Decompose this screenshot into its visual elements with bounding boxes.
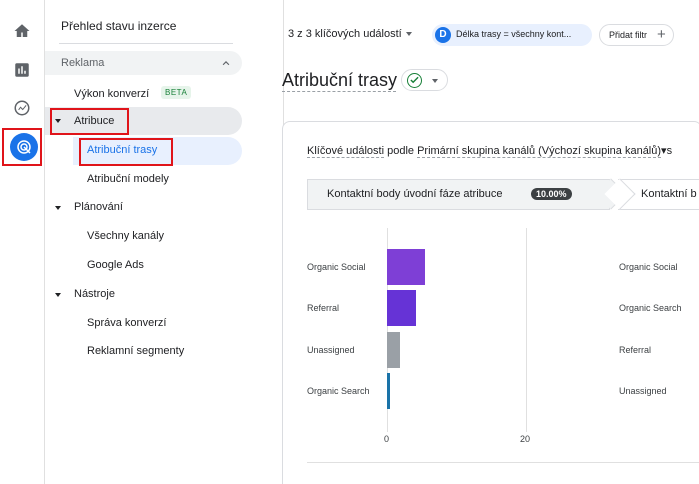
- explore-icon[interactable]: [10, 96, 34, 120]
- category-label: Organic Search: [307, 386, 370, 396]
- advertising-icon-highlight: [2, 128, 42, 166]
- x-tick-label: 20: [520, 434, 531, 444]
- status-dropdown[interactable]: [401, 69, 448, 91]
- category-label: Unassigned: [307, 345, 355, 355]
- subtitle-connector: podle: [384, 145, 418, 157]
- key-events-select[interactable]: 3 z 3 klíčových událostí: [288, 28, 412, 40]
- caret-down-icon: [55, 206, 61, 210]
- main-content: 3 z 3 klíčových událostí D Délka trasy =…: [282, 0, 699, 484]
- secondary-nav: Přehled stavu inzerce Reklama Výkon konv…: [45, 0, 284, 484]
- page-title: Atribuční trasy: [282, 70, 398, 90]
- chart-bar[interactable]: [387, 373, 391, 409]
- category-label: Referral: [307, 303, 340, 313]
- category-label: Organic Social: [307, 262, 366, 272]
- x-axis-gridline: [526, 228, 527, 432]
- path-length-filter-chip[interactable]: D Délka trasy = všechny kont...: [432, 24, 592, 46]
- dimension-selector[interactable]: Primární skupina kanálů (Výchozí skupina…: [417, 145, 662, 158]
- card-divider: [307, 462, 699, 463]
- dimension-dropdown-caret[interactable]: ▾s: [661, 145, 672, 157]
- highlight-box-atribucni-trasy: [79, 138, 173, 166]
- filter-chip-text: Délka trasy = všechny kont...: [456, 29, 572, 39]
- attribution-card: Klíčové události podle Primární skupina …: [282, 121, 699, 484]
- nav-item-sprava-konverzi[interactable]: Správa konverzí: [87, 317, 166, 329]
- nav-divider: [59, 43, 233, 44]
- mid-touchpoints-label: Kontaktní b: [641, 188, 697, 200]
- title-underline: [282, 91, 396, 92]
- nav-item-reklamni-segmenty[interactable]: Reklamní segmenty: [87, 345, 184, 357]
- add-filter-button[interactable]: Přidat filtr +: [599, 24, 674, 46]
- chart-bar[interactable]: [387, 332, 400, 368]
- plus-icon: +: [657, 26, 666, 43]
- nav-group-planovani[interactable]: Plánování: [74, 201, 123, 213]
- nav-item-atribucni-modely[interactable]: Atribuční modely: [87, 173, 169, 185]
- nav-item-google-ads[interactable]: Google Ads: [87, 259, 144, 271]
- caret-down-icon: [55, 293, 61, 297]
- nav-group-nastroje[interactable]: Nástroje: [74, 288, 115, 300]
- key-events-select-label: 3 z 3 klíčových událostí: [288, 28, 402, 40]
- category-label: Organic Search: [619, 303, 682, 313]
- nav-overview-link[interactable]: Přehled stavu inzerce: [61, 19, 176, 33]
- category-label: Organic Social: [619, 262, 678, 272]
- nav-section-reklama[interactable]: Reklama: [45, 51, 242, 75]
- x-tick-label: 0: [384, 434, 390, 444]
- chart-bar[interactable]: [387, 290, 417, 326]
- early-touchpoints-percent: 10.00%: [531, 188, 572, 200]
- nav-section-label: Reklama: [61, 57, 105, 69]
- chart-bar[interactable]: [387, 249, 426, 285]
- check-circle-icon: [407, 73, 422, 88]
- nav-item-vsechny-kanaly[interactable]: Všechny kanály: [87, 230, 164, 242]
- caret-down-icon: [405, 32, 412, 37]
- early-touchpoints-label: Kontaktní body úvodní fáze atribuce: [327, 188, 503, 200]
- filter-bar: 3 z 3 klíčových událostí D Délka trasy =…: [284, 18, 699, 52]
- add-filter-label: Přidat filtr: [609, 30, 648, 40]
- highlight-box-atribuce: [50, 108, 129, 135]
- category-label: Unassigned: [619, 386, 667, 396]
- icon-rail: [0, 0, 45, 484]
- category-label: Referral: [619, 345, 652, 355]
- caret-down-icon: [432, 79, 438, 83]
- metric-selector[interactable]: Klíčové události: [307, 145, 385, 158]
- nav-item-vykon-konverzi[interactable]: Výkon konverzí: [74, 88, 149, 100]
- dimension-letter-icon: D: [435, 27, 451, 43]
- beta-badge: BETA: [161, 86, 192, 99]
- home-icon[interactable]: [10, 19, 34, 43]
- card-subtitle: Klíčové události podle Primární skupina …: [307, 144, 672, 158]
- advertising-icon[interactable]: [10, 133, 38, 161]
- reports-icon[interactable]: [10, 58, 34, 82]
- chevron-up-icon: [222, 61, 230, 66]
